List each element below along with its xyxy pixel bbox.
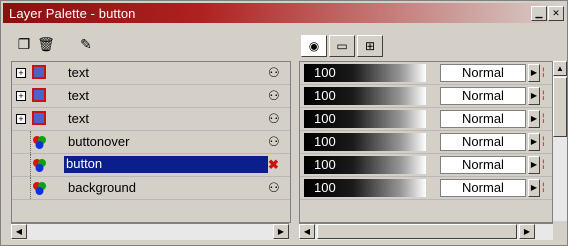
scroll-left-icon[interactable]: ◀ — [299, 224, 315, 239]
scroll-right-icon[interactable]: ▶ — [273, 224, 289, 239]
layer-properties-row: 100 Normal ▶ ¦ — [300, 154, 552, 177]
vector-layer-icon — [32, 65, 46, 79]
layer-name[interactable]: background — [66, 180, 138, 195]
close-icon[interactable]: ✕ — [548, 6, 564, 21]
layer-properties-row: 100 Normal ▶ ¦ — [300, 131, 552, 154]
scroll-left-icon[interactable]: ◀ — [11, 224, 27, 239]
layer-name[interactable]: text — [66, 111, 91, 126]
lock-icon[interactable]: ¦ — [542, 110, 550, 128]
layer-row[interactable]: + text ⚇ — [12, 85, 290, 108]
layer-name[interactable]: text — [66, 65, 91, 80]
group-icon: ▭ — [336, 39, 348, 53]
new-layer-button[interactable]: ❐ — [15, 35, 33, 53]
layer-properties-icon: ✎ — [80, 35, 92, 52]
trash-icon: 🗑 — [37, 35, 55, 52]
minimize-icon[interactable]: ▁ — [531, 6, 547, 21]
dropdown-arrow-icon[interactable]: ▶ — [528, 179, 540, 197]
layer-list: + text ⚇ + text ⚇ + text ⚇ buttonover ⚇ button ✖ back… — [11, 61, 291, 223]
raster-layer-icon — [32, 134, 46, 149]
opacity-slider[interactable]: 100 — [304, 110, 426, 128]
links-icon: ⊞ — [364, 39, 376, 53]
opacity-icon: ◉ — [308, 39, 320, 53]
layer-name[interactable]: text — [66, 88, 91, 103]
opacity-slider[interactable]: 100 — [304, 64, 426, 82]
layer-row[interactable]: buttonover ⚇ — [12, 131, 290, 154]
tab-layer-links[interactable]: ⊞ — [357, 35, 383, 57]
dropdown-arrow-icon[interactable]: ▶ — [528, 87, 540, 105]
layer-name[interactable]: buttonover — [66, 134, 131, 149]
layer-row[interactable]: + text ⚇ — [12, 108, 290, 131]
layer-row[interactable]: button ✖ — [12, 154, 290, 177]
visibility-icon[interactable]: ⚇ — [268, 180, 280, 196]
lock-icon[interactable]: ¦ — [542, 133, 550, 151]
blend-mode-select[interactable]: Normal — [440, 179, 526, 197]
expand-icon[interactable]: + — [16, 68, 26, 78]
layer-properties-button[interactable]: ✎ — [77, 35, 95, 53]
layer-properties-row: 100 Normal ▶ ¦ — [300, 108, 552, 131]
layer-properties-row: 100 Normal ▶ ¦ — [300, 62, 552, 85]
tab-layer-group[interactable]: ▭ — [329, 35, 355, 57]
blend-mode-select[interactable]: Normal — [440, 87, 526, 105]
blend-mode-select[interactable]: Normal — [440, 64, 526, 82]
vector-layer-icon — [32, 88, 46, 102]
lock-icon[interactable]: ¦ — [542, 87, 550, 105]
visibility-icon[interactable]: ⚇ — [268, 88, 280, 104]
layer-toolbar: ❐ 🗑 ✎ — [15, 35, 95, 53]
dropdown-arrow-icon[interactable]: ▶ — [528, 133, 540, 151]
scroll-thumb[interactable] — [317, 224, 517, 239]
new-layer-icon: ❐ — [17, 35, 31, 52]
opacity-slider[interactable]: 100 — [304, 156, 426, 174]
expand-icon[interactable]: + — [16, 91, 26, 101]
layer-row[interactable]: background ⚇ — [12, 177, 290, 200]
properties-vscrollbar[interactable]: ▲ — [553, 61, 567, 221]
opacity-slider[interactable]: 100 — [304, 87, 426, 105]
visibility-icon[interactable]: ⚇ — [268, 134, 280, 150]
layer-row[interactable]: + text ⚇ — [12, 62, 290, 85]
expand-icon[interactable]: + — [16, 114, 26, 124]
lock-icon[interactable]: ¦ — [542, 64, 550, 82]
visibility-icon[interactable]: ⚇ — [268, 65, 280, 81]
dropdown-arrow-icon[interactable]: ▶ — [528, 110, 540, 128]
visibility-icon[interactable]: ⚇ — [268, 111, 280, 127]
opacity-slider[interactable]: 100 — [304, 133, 426, 151]
layer-palette-window: Layer Palette - button ▁ ✕ ❐ 🗑 ✎ ◉ ▭ ⊞ + text… — [0, 0, 568, 246]
layer-properties-row: 100 Normal ▶ ¦ — [300, 177, 552, 200]
layer-name[interactable]: button — [64, 156, 268, 173]
tab-layer-opacity[interactable]: ◉ — [301, 35, 327, 57]
palette-tabs: ◉ ▭ ⊞ — [301, 35, 383, 57]
opacity-slider[interactable]: 100 — [304, 179, 426, 197]
scroll-right-icon[interactable]: ▶ — [519, 224, 535, 239]
delete-layer-button[interactable]: 🗑 — [37, 35, 55, 53]
vector-layer-icon — [32, 111, 46, 125]
blend-mode-select[interactable]: Normal — [440, 133, 526, 151]
dropdown-arrow-icon[interactable]: ▶ — [528, 64, 540, 82]
properties-hscrollbar[interactable]: ◀ ▶ — [299, 223, 553, 240]
scroll-thumb[interactable] — [553, 77, 567, 137]
lock-icon[interactable]: ¦ — [542, 179, 550, 197]
lock-icon[interactable]: ¦ — [542, 156, 550, 174]
layer-properties-list: 100 Normal ▶ ¦ 100 Normal ▶ ¦ 100 Normal ▶ ¦ 100 Norm… — [299, 61, 553, 223]
dropdown-arrow-icon[interactable]: ▶ — [528, 156, 540, 174]
title-bar[interactable]: Layer Palette - button ▁ ✕ — [3, 3, 565, 23]
raster-layer-icon — [32, 157, 46, 172]
hidden-icon[interactable]: ✖ — [268, 157, 279, 173]
blend-mode-select[interactable]: Normal — [440, 110, 526, 128]
blend-mode-select[interactable]: Normal — [440, 156, 526, 174]
raster-layer-icon — [32, 180, 46, 195]
layer-properties-row: 100 Normal ▶ ¦ — [300, 85, 552, 108]
window-title: Layer Palette - button — [9, 5, 136, 21]
layer-list-hscrollbar[interactable]: ◀ ▶ — [11, 223, 289, 240]
scroll-up-icon[interactable]: ▲ — [553, 61, 567, 76]
